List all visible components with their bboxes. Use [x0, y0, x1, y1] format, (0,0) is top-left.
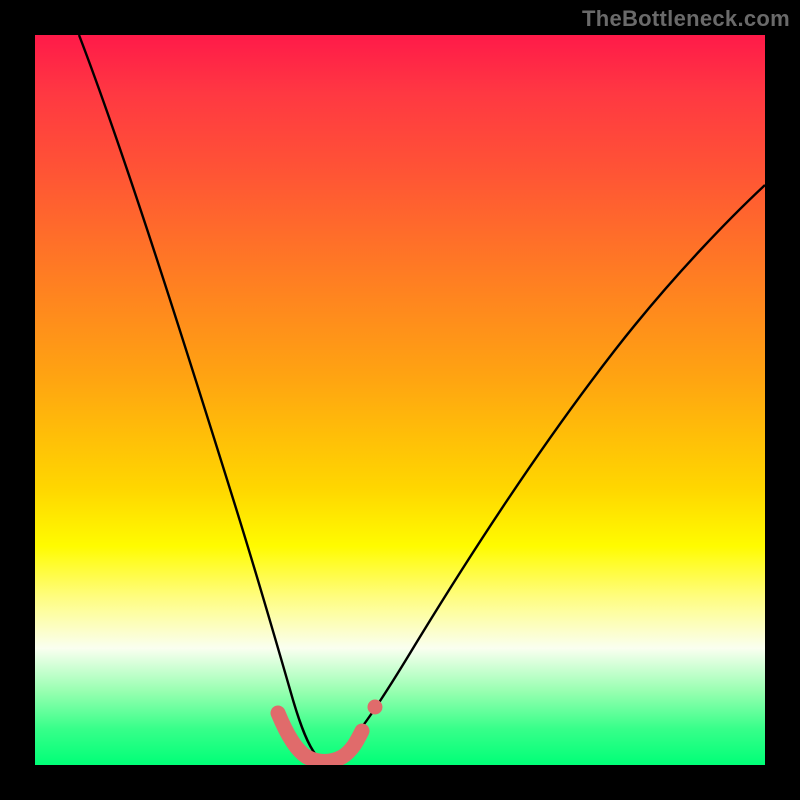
- chart-frame: TheBottleneck.com: [0, 0, 800, 800]
- curve-layer: [35, 35, 765, 765]
- highlight-bottom: [278, 713, 362, 762]
- plot-area: [35, 35, 765, 765]
- bottleneck-curve: [79, 35, 765, 759]
- highlight-dot: [368, 700, 383, 715]
- watermark-text: TheBottleneck.com: [582, 6, 790, 32]
